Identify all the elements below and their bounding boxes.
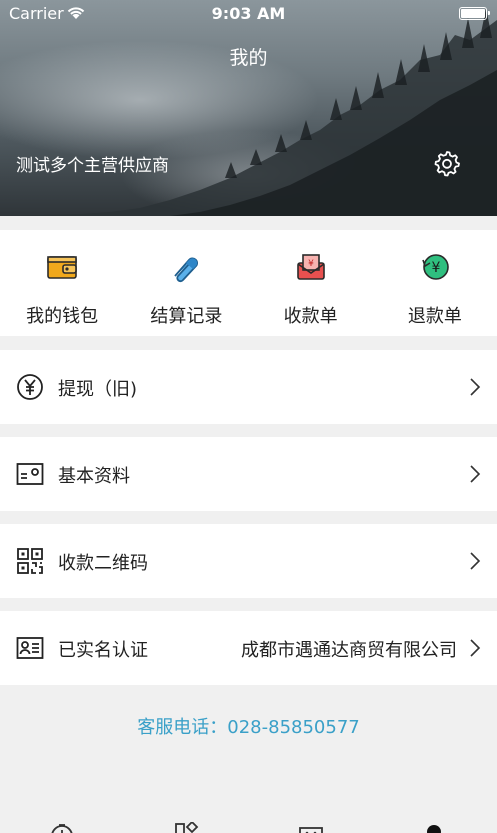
merchant-name: 测试多个主营供应商 — [16, 156, 169, 176]
id-card-icon — [16, 463, 44, 485]
tab-profile-icon[interactable] — [421, 822, 447, 833]
customer-service-phone[interactable]: 客服电话：028-85850577 — [0, 713, 497, 739]
company-name: 成都市遇通达商贸有限公司 — [241, 640, 457, 661]
paperclip-icon — [174, 257, 199, 283]
quick-action-wallet[interactable]: 我的钱包 — [0, 230, 124, 336]
quick-action-receipts[interactable]: ¥ 收款单 — [249, 230, 373, 336]
svg-text:¥: ¥ — [308, 259, 314, 269]
menu-row-verification[interactable]: 已实名认证 成都市遇通达商贸有限公司 — [0, 611, 497, 685]
page-title: 我的 — [229, 47, 268, 69]
menu-row-qrcode[interactable]: 收款二维码 — [0, 524, 497, 598]
menu-row-label: 收款二维码 — [58, 553, 148, 574]
quick-action-label: 结算记录 — [150, 306, 223, 327]
status-time: 9:03 AM — [211, 4, 286, 23]
quick-action-label: 退款单 — [407, 306, 462, 327]
tab-shop-icon[interactable] — [298, 822, 324, 833]
chevron-right-icon — [470, 465, 481, 483]
svg-text:¥: ¥ — [431, 260, 440, 276]
chevron-right-icon — [470, 639, 481, 657]
quick-action-label: 我的钱包 — [26, 306, 99, 327]
tab-apps-icon[interactable] — [174, 822, 200, 833]
settings-gear-icon[interactable] — [433, 149, 461, 177]
battery-icon — [459, 7, 490, 20]
menu-row-label: 已实名认证 — [58, 640, 148, 661]
profile-header: Carrier 9:03 AM 我的 测试多个主营供应商 — [0, 0, 497, 216]
menu-row-label: 提现（旧) — [58, 379, 138, 400]
tab-bar — [0, 815, 497, 833]
quick-action-refunds[interactable]: ¥ 退款单 — [373, 230, 497, 336]
receipt-envelope-icon: ¥ — [296, 254, 325, 280]
chevron-right-icon — [470, 552, 481, 570]
yen-circle-icon — [17, 374, 43, 400]
refund-yen-icon: ¥ — [422, 254, 449, 280]
menu-row-withdraw[interactable]: 提现（旧) — [0, 350, 497, 424]
chevron-right-icon — [470, 378, 481, 396]
qr-code-icon — [17, 548, 43, 574]
contact-card-icon — [16, 637, 44, 659]
menu-row-profile[interactable]: 基本资料 — [0, 437, 497, 511]
forest-background-image — [0, 8, 497, 216]
quick-action-settlement-records[interactable]: 结算记录 — [124, 230, 248, 336]
menu-row-label: 基本资料 — [58, 466, 130, 487]
quick-actions: 我的钱包 结算记录 ¥ 收款单 ¥ 退款单 — [0, 230, 497, 336]
wallet-icon — [47, 256, 77, 279]
status-bar: Carrier 9:03 AM — [0, 0, 497, 28]
quick-action-label: 收款单 — [283, 306, 338, 327]
tab-home-clock-icon[interactable] — [49, 822, 75, 833]
